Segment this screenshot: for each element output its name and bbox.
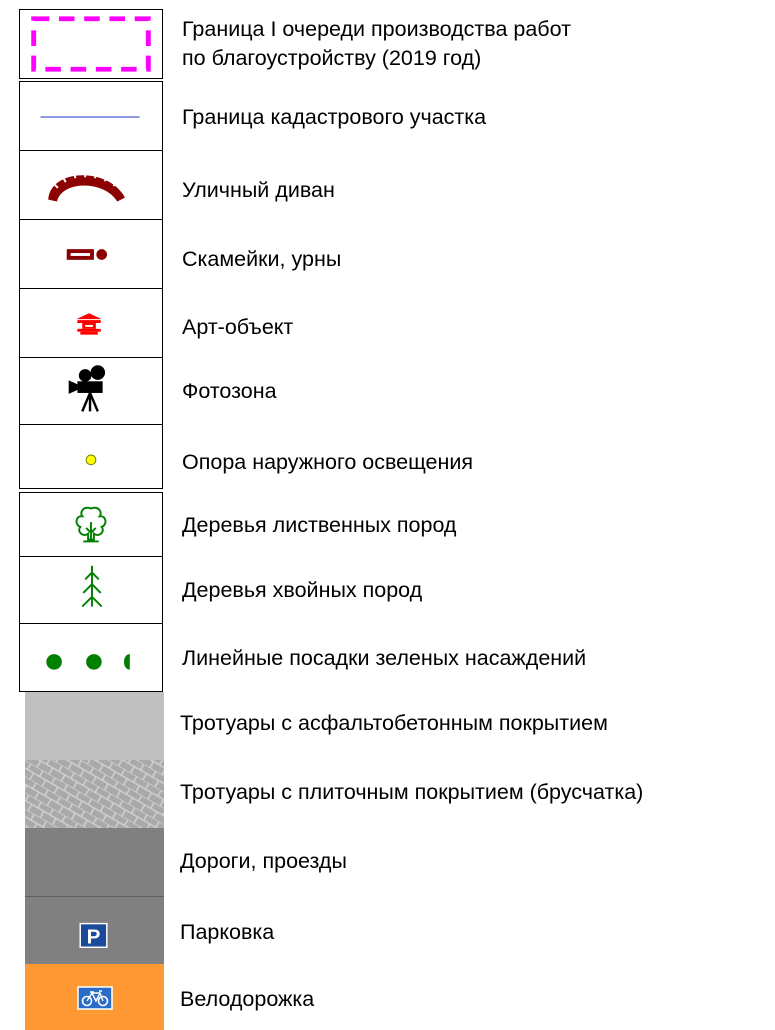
deciduous-tree-icon — [75, 506, 107, 543]
symbol-cadastral-boundary — [19, 81, 163, 151]
symbol-street-sofa — [19, 150, 163, 220]
cobblestone-pattern-icon — [25, 760, 164, 828]
parking-sign-icon: P — [79, 922, 108, 948]
legend-label-tile-sidewalk: Тротуары с плиточным покрытием (брусчатк… — [180, 780, 644, 804]
legend-label-work-boundary-line2: по благоустройству (2019 год) — [182, 46, 482, 70]
swatch-tile-sidewalk — [25, 760, 164, 828]
legend-page: { "legend": { "items": [ {"symbol": "mag… — [0, 0, 775, 1030]
symbol-art-object — [19, 288, 163, 358]
symbol-conifer-trees — [19, 556, 163, 624]
symbol-street-light — [19, 424, 163, 489]
legend-label-photo-zone: Фотозона — [182, 379, 277, 403]
legend-label-street-sofa: Уличный диван — [182, 178, 335, 202]
svg-text:P: P — [87, 925, 101, 948]
swatch-bike-lane — [25, 964, 164, 1030]
yellow-dot-icon — [85, 454, 97, 466]
legend-label-work-boundary-line1: Граница I очереди производства работ — [182, 17, 571, 41]
street-sofa-icon — [48, 170, 125, 202]
legend-label-art-object: Арт-объект — [182, 315, 294, 339]
legend-label-cadastral-boundary: Граница кадастрового участка — [182, 105, 487, 129]
cadastral-line-icon — [40, 116, 140, 118]
legend-label-linear-plantings: Линейные посадки зеленых насаждений — [182, 646, 587, 670]
magenta-dashed-rectangle-icon — [31, 16, 151, 72]
swatch-parking: P — [25, 896, 164, 964]
legend-label-roads: Дороги, проезды — [180, 849, 347, 873]
bench-and-bin-icon — [66, 249, 108, 260]
art-object-icon — [76, 313, 102, 335]
legend-label-deciduous-trees: Деревья лиственных пород — [182, 513, 457, 537]
symbol-photo-zone — [19, 357, 163, 425]
conifer-tree-icon — [81, 565, 103, 608]
symbol-linear-plantings — [19, 623, 163, 692]
bicycle-sign-icon — [77, 986, 113, 1010]
legend-label-parking: Парковка — [180, 920, 275, 944]
green-dots-icon — [46, 654, 130, 670]
legend-label-street-light: Опора наружного освещения — [182, 450, 474, 474]
legend-label-bike-lane: Велодорожка — [180, 987, 315, 1011]
swatch-asphalt-sidewalk — [25, 692, 164, 760]
legend-label-asphalt-sidewalk: Тротуары с асфальтобетонным покрытием — [180, 711, 608, 735]
symbol-deciduous-trees — [19, 492, 163, 557]
symbol-benches-bins — [19, 219, 163, 289]
legend-label-benches-bins: Скамейки, урны — [182, 247, 342, 271]
work-boundary-symbol — [19, 9, 163, 79]
swatch-roads — [25, 828, 164, 896]
legend-label-conifer-trees: Деревья хвойных пород — [182, 578, 423, 602]
movie-camera-icon — [68, 365, 106, 412]
